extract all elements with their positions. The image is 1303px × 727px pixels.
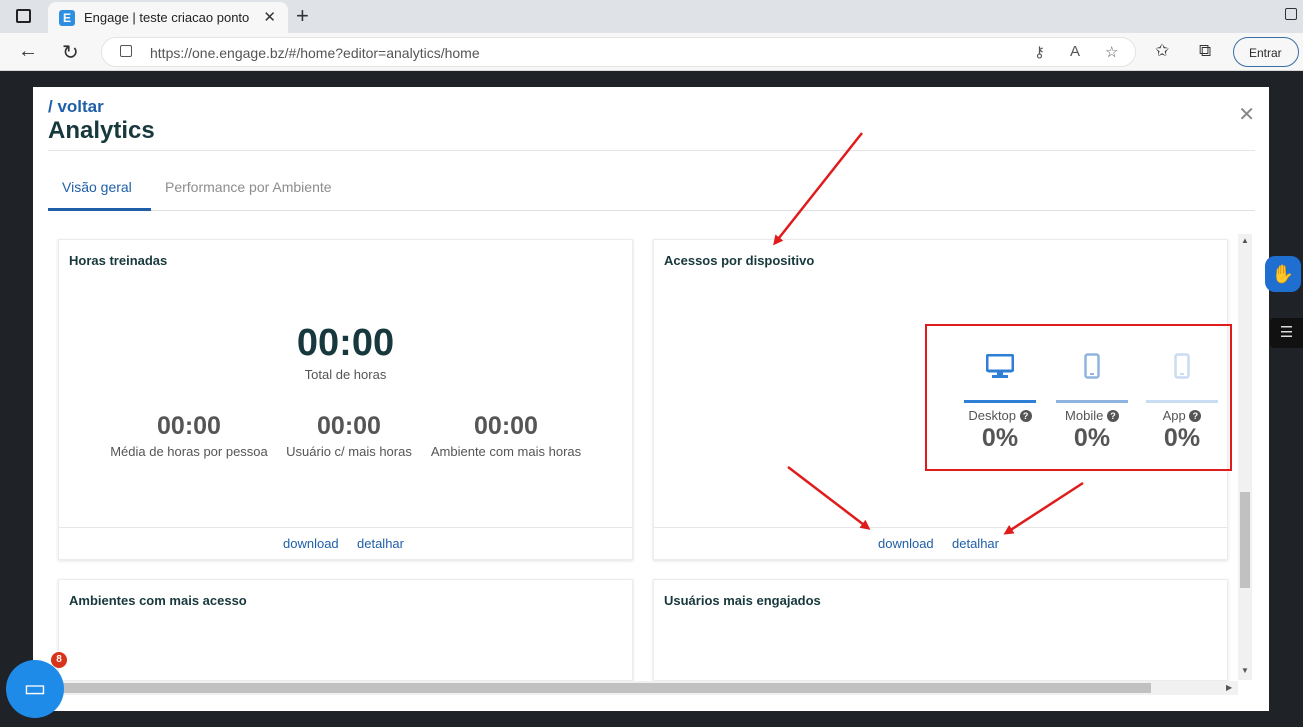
collections-icon[interactable]: ⧉ [1199,41,1211,61]
horizontal-scrollbar[interactable]: ▶ [63,681,1238,695]
tab-actions-icon[interactable] [16,9,31,23]
stat-label: Ambiente com mais horas [430,444,582,459]
card-title: Ambientes com mais acesso [69,593,247,608]
download-link[interactable]: download [283,536,339,551]
download-link[interactable]: download [878,536,934,551]
lock-icon [120,45,132,57]
stat-value: 00:00 [474,412,538,440]
back-link[interactable]: / voltar [48,97,104,117]
active-tab-indicator [48,208,151,211]
close-tab-icon[interactable]: ✕ [263,8,276,26]
new-tab-icon[interactable]: + [296,3,309,29]
restore-window-icon[interactable] [1285,8,1297,20]
stat-label: Média de horas por pessoa [110,444,268,459]
total-hours-value: 00:00 [296,322,395,364]
reload-icon[interactable]: ↻ [62,40,79,65]
stat-value: 00:00 [157,412,221,440]
page-title: Analytics [48,117,155,144]
environments-card: Ambientes com mais acesso [58,579,633,681]
annotation-box [925,324,1232,471]
detail-link[interactable]: detalhar [357,536,404,551]
card-footer: download detalhar [59,527,632,561]
scroll-down-icon[interactable]: ▼ [1241,666,1249,675]
scroll-thumb[interactable] [63,683,1151,693]
tab-bar: Visão geral Performance por Ambiente [48,177,1255,211]
notification-badge: 8 [51,652,67,668]
favorites-icon[interactable]: ✩ [1155,41,1169,61]
address-bar[interactable]: https://one.engage.bz/#/home?editor=anal… [101,37,1136,67]
users-card: Usuários mais engajados [653,579,1228,681]
read-aloud-icon[interactable]: A [1070,43,1080,60]
close-icon[interactable]: ✕ [1238,102,1255,127]
card-title: Horas treinadas [69,253,168,268]
chat-icon: ▭ [23,675,47,702]
stat-value: 00:00 [317,412,381,440]
card-footer: download detalhar [654,527,1227,561]
browser-tabbar: E Engage | teste criacao ponto ✕ + [0,0,1303,33]
signin-button[interactable]: Entrar [1233,37,1299,67]
detail-link[interactable]: detalhar [952,536,999,551]
add-favorite-icon[interactable]: ☆ [1105,43,1118,61]
hours-card: Horas treinadas 00:00 Total de horas 00:… [58,239,633,560]
card-title: Acessos por dispositivo [664,253,815,268]
tab-performance[interactable]: Performance por Ambiente [165,179,332,195]
tab-overview[interactable]: Visão geral [62,179,132,195]
address-toolbar: ← ↻ https://one.engage.bz/#/home?editor=… [0,33,1303,71]
back-icon[interactable]: ← [18,40,38,63]
browser-tab[interactable]: E Engage | teste criacao ponto ✕ [48,2,288,33]
accessibility-hands-icon[interactable]: ✋ [1265,256,1301,292]
chat-button[interactable]: ▭ [6,660,64,718]
scroll-up-icon[interactable]: ▲ [1241,236,1249,245]
key-icon[interactable]: ⚷ [1034,43,1045,61]
stat-label: Usuário c/ mais horas [286,444,412,459]
list-icon[interactable]: ☰ [1270,318,1303,348]
divider [48,150,1255,151]
card-title: Usuários mais engajados [664,593,821,608]
vertical-scrollbar[interactable]: ▲ ▼ [1238,234,1252,680]
total-hours-label: Total de horas [304,367,387,382]
engage-favicon-icon: E [59,10,75,26]
url-text: https://one.engage.bz/#/home?editor=anal… [150,45,480,61]
scroll-right-icon[interactable]: ▶ [1226,683,1232,692]
browser-tab-title: Engage | teste criacao ponto [84,10,250,25]
scroll-thumb[interactable] [1240,492,1250,588]
